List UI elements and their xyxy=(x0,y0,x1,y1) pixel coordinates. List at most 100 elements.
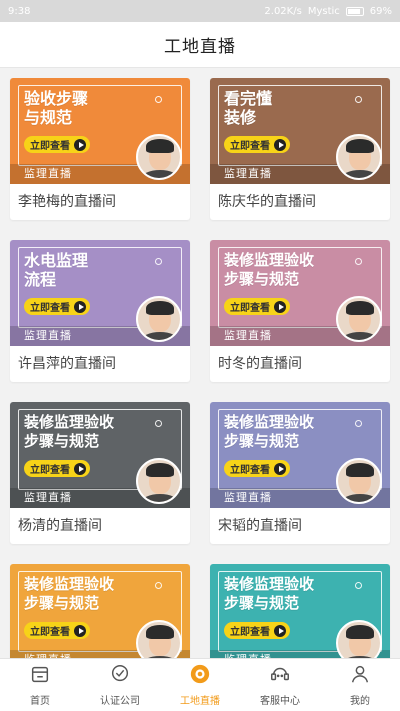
avatar-hair xyxy=(346,625,374,639)
live-banner[interactable]: 装修监理验收步骤与规范 立即查看 监理直播 xyxy=(10,564,190,658)
banner-headline-line: 装修监理验收 xyxy=(224,413,315,431)
watch-now-button[interactable]: 立即查看 xyxy=(24,136,90,153)
banner-headline: 看完懂 装修 xyxy=(224,89,344,127)
profile-icon xyxy=(349,663,371,688)
live-room-card[interactable]: 装修监理验收 步骤与规范 立即查看 监理直播 杨清的直播间 xyxy=(10,402,190,544)
nav-item-home[interactable]: 首页 xyxy=(0,659,80,711)
watch-now-label: 立即查看 xyxy=(230,465,270,476)
play-icon xyxy=(74,138,86,151)
live-room-card[interactable]: 水电监理 流程 立即查看 监理直播 许昌萍的直播间 xyxy=(10,240,190,382)
play-icon xyxy=(274,462,286,475)
watch-now-button[interactable]: 立即查看 xyxy=(224,460,290,477)
carrier: Mystic xyxy=(307,5,340,17)
live-room-card[interactable]: 验收步骤 与规范 立即查看 监理直播 李艳梅的直播间 xyxy=(10,78,190,220)
decor-dot-icon xyxy=(155,258,162,265)
live-banner[interactable]: 装修监理验收步骤与规范 立即查看 监理直播 xyxy=(210,240,390,346)
banner-headline-line: 步骤与规范 xyxy=(24,432,100,450)
watch-now-button[interactable]: 立即查看 xyxy=(24,298,90,315)
live-room-card[interactable]: 看完懂 装修 立即查看 监理直播 陈庆华的直播间 xyxy=(210,78,390,220)
watch-now-button[interactable]: 立即查看 xyxy=(224,298,290,315)
banner-headline-line: 装修监理验收 xyxy=(224,575,315,593)
banner-headline: 装修监理验收 步骤与规范 xyxy=(224,413,344,451)
avatar xyxy=(336,296,382,342)
watch-now-button[interactable]: 立即查看 xyxy=(24,460,90,477)
watch-now-button[interactable]: 立即查看 xyxy=(224,622,290,639)
watch-now-label: 立即查看 xyxy=(230,303,270,314)
avatar-hair xyxy=(346,301,374,315)
live-room-name: 许昌萍的直播间 xyxy=(18,356,116,372)
live-room-name: 时冬的直播间 xyxy=(218,356,302,372)
nav-item-verified-company[interactable]: 认证公司 xyxy=(80,659,160,711)
avatar-hair xyxy=(146,139,174,153)
live-banner[interactable]: 看完懂 装修 立即查看 监理直播 xyxy=(210,78,390,184)
verified-company-icon xyxy=(109,663,131,688)
avatar-hair xyxy=(346,463,374,477)
avatar-hair xyxy=(146,301,174,315)
decor-dot-icon xyxy=(155,420,162,427)
live-room-name: 李艳梅的直播间 xyxy=(18,194,116,210)
banner-headline-line: 看完懂 xyxy=(224,89,273,108)
banner-headline-line: 水电监理 xyxy=(24,251,89,270)
live-banner[interactable]: 验收步骤 与规范 立即查看 监理直播 xyxy=(10,78,190,184)
nav-item-customer-service[interactable]: 客服中心 xyxy=(240,659,320,711)
nav-label: 首页 xyxy=(30,696,50,707)
avatar xyxy=(136,134,182,180)
live-room-card[interactable]: 装修监理验收步骤与规范 立即查看 监理直播 xyxy=(10,564,190,658)
banner-headline-line: 步骤与规范 xyxy=(224,432,300,450)
live-banner[interactable]: 装修监理验收步骤与规范 立即查看 监理直播 xyxy=(210,564,390,658)
nav-label: 客服中心 xyxy=(260,696,300,707)
home-icon xyxy=(29,663,51,688)
nav-label: 认证公司 xyxy=(100,696,140,707)
watch-now-label: 立即查看 xyxy=(230,141,270,152)
decor-dot-icon xyxy=(155,582,162,589)
avatar-hair xyxy=(146,625,174,639)
watch-now-label: 立即查看 xyxy=(30,627,70,638)
watch-now-label: 立即查看 xyxy=(230,627,270,638)
bottom-nav: 首页 认证公司 工地直播 客服中心 我的 xyxy=(0,658,400,711)
decor-dot-icon xyxy=(355,258,362,265)
watch-now-button[interactable]: 立即查看 xyxy=(24,622,90,639)
live-banner[interactable]: 装修监理验收步骤与规范 立即查看 监理直播 xyxy=(10,402,190,508)
nav-item-profile[interactable]: 我的 xyxy=(320,659,400,711)
battery-level: 69% xyxy=(369,5,392,17)
banner-headline: 装修监理验收 步骤与规范 xyxy=(224,251,344,289)
live-room-grid: 验收步骤 与规范 立即查看 监理直播 李艳梅的直播间 看完懂 装修 立即查看 监理直… xyxy=(0,68,400,658)
banner-headline-line: 步骤与规范 xyxy=(24,594,100,612)
time: 9:38 xyxy=(8,5,31,17)
live-room-card[interactable]: 装修监理验收 步骤与规范 立即查看 监理直播 宋韬的直播间 xyxy=(210,402,390,544)
watch-now-label: 立即查看 xyxy=(30,141,70,152)
avatar xyxy=(136,458,182,504)
banner-headline-line: 步骤与规范 xyxy=(224,594,300,612)
live-room-card[interactable]: 装修监理验收 步骤与规范 立即查看 监理直播 时冬的直播间 xyxy=(210,240,390,382)
play-icon xyxy=(74,300,86,313)
banner-headline-line: 验收步骤 xyxy=(24,89,89,108)
status-bar: 9:38 2.02K/s Mystic 69% xyxy=(0,0,400,22)
avatar xyxy=(136,620,182,658)
play-icon xyxy=(74,624,86,637)
banner-headline-line: 装修监理验收 xyxy=(24,575,115,593)
page-title: 工地直播 xyxy=(164,37,236,57)
live-room-name: 杨清的直播间 xyxy=(18,518,102,534)
avatar-hair xyxy=(146,463,174,477)
live-room-name: 宋韬的直播间 xyxy=(218,518,302,534)
customer-service-icon xyxy=(269,663,291,688)
decor-dot-icon xyxy=(155,96,162,103)
banner-headline-line: 与规范 xyxy=(24,108,73,127)
nav-label: 我的 xyxy=(350,696,370,707)
banner-headline-line: 步骤与规范 xyxy=(224,270,300,288)
avatar xyxy=(136,296,182,342)
live-room-card[interactable]: 装修监理验收步骤与规范 立即查看 监理直播 xyxy=(210,564,390,658)
play-icon xyxy=(74,462,86,475)
live-banner[interactable]: 装修监理验收步骤与规范 立即查看 监理直播 xyxy=(210,402,390,508)
watch-now-label: 立即查看 xyxy=(30,303,70,314)
watch-now-button[interactable]: 立即查看 xyxy=(224,136,290,153)
avatar-hair xyxy=(346,139,374,153)
play-icon xyxy=(274,138,286,151)
live-banner[interactable]: 水电监理 流程 立即查看 监理直播 xyxy=(10,240,190,346)
page-header: 工地直播 xyxy=(0,22,400,68)
watch-now-label: 立即查看 xyxy=(30,465,70,476)
decor-dot-icon xyxy=(355,420,362,427)
nav-item-live-camera[interactable]: 工地直播 xyxy=(160,659,240,711)
avatar xyxy=(336,620,382,658)
banner-headline: 装修监理验收 步骤与规范 xyxy=(24,413,144,451)
